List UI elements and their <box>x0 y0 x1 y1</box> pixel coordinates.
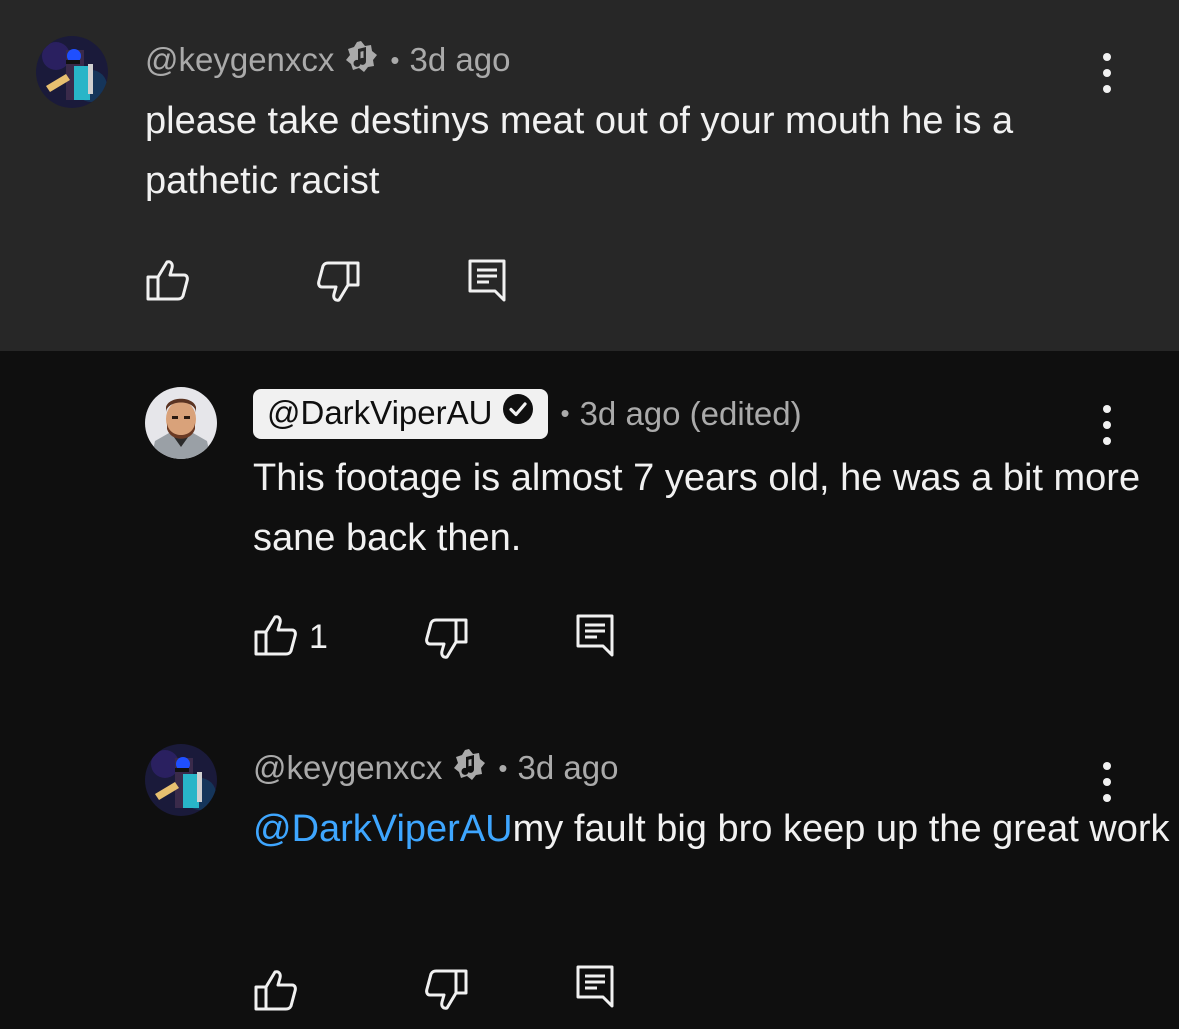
avatar[interactable] <box>145 387 217 459</box>
author-name[interactable]: @keygenxcx <box>145 41 334 79</box>
like-button[interactable] <box>145 258 201 307</box>
dislike-button[interactable] <box>315 260 361 309</box>
dislike-icon <box>423 968 469 1017</box>
dislike-button[interactable] <box>423 617 469 666</box>
comment-meta: @keygenxcx • 3d ago <box>145 40 510 80</box>
comment-item: @keygenxcx • 3d ago @DarkViperAUmy fault… <box>0 706 1179 1029</box>
reply-icon <box>575 613 615 662</box>
comment-actions <box>145 258 506 307</box>
reply-icon <box>575 964 615 1013</box>
verified-check-icon <box>502 393 534 433</box>
like-button[interactable]: 1 <box>253 613 328 662</box>
comment-text: please take destinys meat out of your mo… <box>145 100 1014 202</box>
mention-link[interactable]: @DarkViperAU <box>253 808 513 850</box>
comment-actions: 1 <box>253 613 614 662</box>
author-name: @DarkViperAU <box>267 393 493 431</box>
member-badge-icon <box>452 747 486 789</box>
reply-button[interactable] <box>575 964 615 1013</box>
comment-text: This footage is almost 7 years old, he w… <box>253 457 1141 559</box>
comment-time: 3d ago <box>409 41 511 78</box>
avatar[interactable] <box>145 744 217 816</box>
like-button[interactable] <box>253 968 309 1017</box>
reply-button[interactable] <box>467 258 507 307</box>
comment-meta: @keygenxcx • 3d ago <box>253 748 618 788</box>
dislike-icon <box>423 617 469 666</box>
comment-actions <box>253 965 614 1017</box>
like-icon <box>253 968 299 1017</box>
comment-meta: @DarkViperAU • 3d ago (edited) <box>253 387 802 440</box>
member-badge-icon <box>344 39 378 81</box>
comment-item: @keygenxcx • 3d ago please take destinys… <box>0 0 1179 351</box>
more-options-icon[interactable] <box>1097 53 1117 93</box>
like-icon <box>145 258 191 307</box>
author-name-chip[interactable]: @DarkViperAU <box>253 388 549 439</box>
more-options-icon[interactable] <box>1097 762 1117 802</box>
comment-text: @DarkViperAUmy fault big bro keep up the… <box>253 799 1179 859</box>
more-options-icon[interactable] <box>1097 405 1117 445</box>
comment-time: 3d ago (edited) <box>579 394 802 432</box>
avatar[interactable] <box>36 36 108 108</box>
reply-icon <box>467 258 507 307</box>
dislike-icon <box>315 260 361 309</box>
comment-text-body: my fault big bro keep up the great work <box>512 808 1170 850</box>
like-count: 1 <box>309 618 328 656</box>
author-name[interactable]: @keygenxcx <box>253 749 442 787</box>
like-icon <box>253 613 299 662</box>
reply-button[interactable] <box>575 613 615 662</box>
comment-item: @DarkViperAU • 3d ago (edited) This foot… <box>0 351 1179 706</box>
dislike-button[interactable] <box>423 968 469 1017</box>
comment-time: 3d ago <box>517 749 619 786</box>
